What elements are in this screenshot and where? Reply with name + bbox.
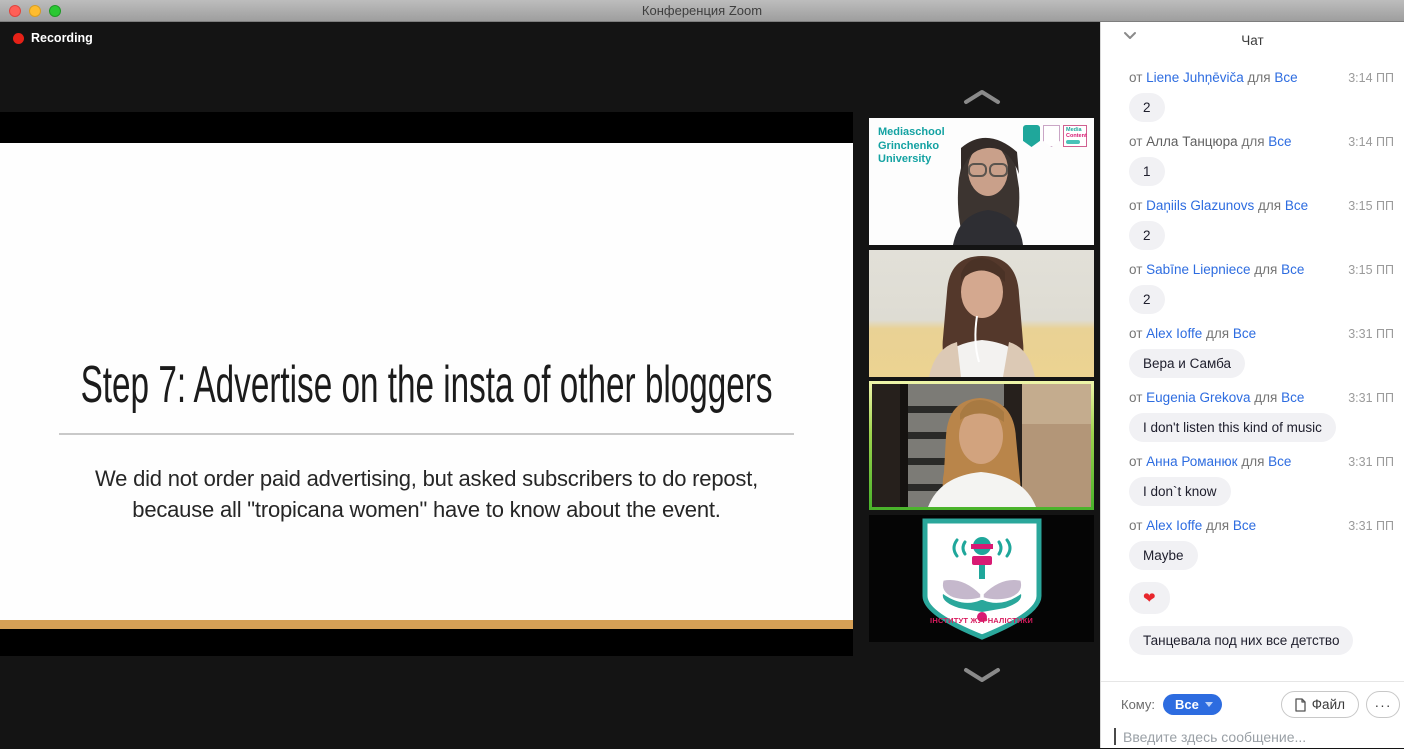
slide-title: Step 7: Advertise on the insta of other … [81, 355, 773, 415]
chat-message-bubble: I don't listen this kind of music [1129, 413, 1336, 442]
chat-sender-name: Alex Ioffe [1146, 326, 1202, 341]
chat-recipient-name: Все [1285, 198, 1308, 213]
university-shield-badge-icon [1023, 125, 1040, 147]
chat-sender-name: Алла Танцюра [1146, 134, 1238, 149]
chat-message-time: 3:31 ПП [1348, 519, 1394, 533]
send-to-dropdown[interactable]: Все [1163, 694, 1222, 715]
chat-recipient-name: Все [1281, 262, 1304, 277]
chat-sender-name: Eugenia Grekova [1146, 390, 1250, 405]
chat-message-bubble: ❤ [1129, 582, 1170, 614]
chat-message: Танцевала под них все детство [1129, 626, 1394, 655]
chat-message-time: 3:15 ПП [1348, 199, 1394, 213]
chat-message-meta: от Daņiils Glazunovs для Все [1129, 198, 1308, 213]
send-to-label: Кому: [1121, 697, 1155, 712]
chat-message-time: 3:14 ПП [1348, 135, 1394, 149]
chat-message-bubble: Танцевала под них все детство [1129, 626, 1353, 655]
chat-message: от Eugenia Grekova для Все 3:31 ПП I don… [1129, 390, 1394, 442]
chat-message: от Alex Ioffe для Все 3:31 ПП Вера и Сам… [1129, 326, 1394, 378]
chat-message-bubble: 2 [1129, 221, 1165, 250]
window-titlebar: Конференция Zoom [0, 0, 1404, 22]
slide-body-line2: because all "tropicana women" have to kn… [0, 494, 853, 525]
chat-message-meta: от Alex Ioffe для Все [1129, 326, 1256, 341]
chat-message-bubble: 1 [1129, 157, 1165, 186]
chat-message-meta: от Анна Романюк для Все [1129, 454, 1291, 469]
chat-message-meta: от Eugenia Grekova для Все [1129, 390, 1304, 405]
chat-message-time: 3:31 ПП [1348, 327, 1394, 341]
chat-sender-name: Анна Романюк [1146, 454, 1237, 469]
chat-sender-name: Liene Juhņēviča [1146, 70, 1244, 85]
file-icon [1295, 698, 1306, 712]
chevron-down-icon[interactable] [962, 666, 1002, 684]
chat-panel: Чат от Liene Juhņēviča для Все 3:14 ПП 2… [1100, 22, 1404, 748]
recording-indicator: Recording [13, 31, 93, 45]
chat-recipient-name: Все [1274, 70, 1297, 85]
chat-message-bubble: Вера и Самба [1129, 349, 1245, 378]
chat-message: от Sabīne Liepniece для Все 3:15 ПП 2 [1129, 262, 1394, 314]
chat-message-time: 3:15 ПП [1348, 263, 1394, 277]
participant-1-overlay-title: Mediaschool Grinchenko University [878, 126, 968, 167]
chat-message-time: 3:31 ПП [1348, 391, 1394, 405]
chat-recipient-name: Все [1281, 390, 1304, 405]
chat-message: от Alex Ioffe для Все 3:31 ПП Maybe [1129, 518, 1394, 570]
chat-message: от Daņiils Glazunovs для Все 3:15 ПП 2 [1129, 198, 1394, 250]
participant-video-3-active-speaker[interactable] [869, 381, 1094, 510]
recording-dot-icon [13, 33, 24, 44]
chat-message-bubble: Maybe [1129, 541, 1198, 570]
institute-label: ІНСТИТУТ ЖУРНАЛІСТИКИ [930, 616, 1033, 625]
slide-letterbox-bottom [0, 629, 853, 656]
chat-message: от Анна Романюк для Все 3:31 ПП I don`t … [1129, 454, 1394, 506]
chat-recipient-name: Все [1268, 134, 1291, 149]
chevron-down-icon [1205, 702, 1213, 707]
participant-video-1[interactable]: Mediaschool Grinchenko University Media … [869, 118, 1094, 245]
text-cursor [1114, 728, 1116, 745]
chat-sender-name: Alex Ioffe [1146, 518, 1202, 533]
chat-message-list[interactable]: от Liene Juhņēviča для Все 3:14 ПП 2 от … [1101, 58, 1404, 681]
chat-message: ❤ [1129, 582, 1394, 614]
chat-footer: Кому: Все Файл ··· [1101, 681, 1404, 748]
chat-message-time: 3:14 ПП [1348, 71, 1394, 85]
chevron-up-icon[interactable] [962, 88, 1002, 106]
recording-label: Recording [31, 31, 93, 45]
chat-header: Чат [1101, 22, 1404, 58]
shared-screen-stage: Recording Step 7: Advertise on the insta… [0, 22, 1100, 748]
chat-recipient-name: Все [1233, 326, 1256, 341]
participant-video-2[interactable] [869, 250, 1094, 377]
chat-message-meta: от Алла Танцюра для Все [1129, 134, 1292, 149]
presentation-slide: Step 7: Advertise on the insta of other … [0, 143, 853, 620]
slide-letterbox-top [0, 112, 853, 143]
more-options-button[interactable]: ··· [1366, 691, 1400, 718]
chat-recipient-name: Все [1233, 518, 1256, 533]
chat-message: от Алла Танцюра для Все 3:14 ПП 1 [1129, 134, 1394, 186]
faculty-shield-badge-icon [1043, 125, 1060, 147]
chat-message-meta: от Alex Ioffe для Все [1129, 518, 1256, 533]
chat-message-bubble: 2 [1129, 93, 1165, 122]
slide-body-line1: We did not order paid advertising, but a… [0, 463, 853, 494]
chat-sender-name: Sabīne Liepniece [1146, 262, 1250, 277]
video-thumbnails-strip: Mediaschool Grinchenko University Media … [869, 88, 1094, 684]
chat-message-bubble: I don`t know [1129, 477, 1231, 506]
chat-message-meta: от Liene Juhņēviča для Все [1129, 70, 1298, 85]
chat-message-meta: от Sabīne Liepniece для Все [1129, 262, 1304, 277]
chat-title: Чат [1241, 33, 1263, 48]
window-title: Конференция Zoom [0, 3, 1404, 18]
chat-sender-name: Daņiils Glazunovs [1146, 198, 1254, 213]
chat-message-bubble: 2 [1129, 285, 1165, 314]
slide-divider [59, 433, 794, 435]
chat-message-input[interactable] [1123, 729, 1373, 745]
media-content-badge-icon: Media Content [1063, 125, 1087, 147]
chat-message: от Liene Juhņēviča для Все 3:14 ПП 2 [1129, 70, 1394, 122]
chat-message-time: 3:31 ПП [1348, 455, 1394, 469]
chevron-down-icon[interactable] [1123, 31, 1137, 40]
attach-file-button[interactable]: Файл [1281, 691, 1359, 718]
participant-video-4-institute-logo[interactable]: ІНСТИТУТ ЖУРНАЛІСТИКИ [869, 515, 1094, 642]
slide-accent-bar [0, 620, 853, 629]
chat-recipient-name: Все [1268, 454, 1291, 469]
